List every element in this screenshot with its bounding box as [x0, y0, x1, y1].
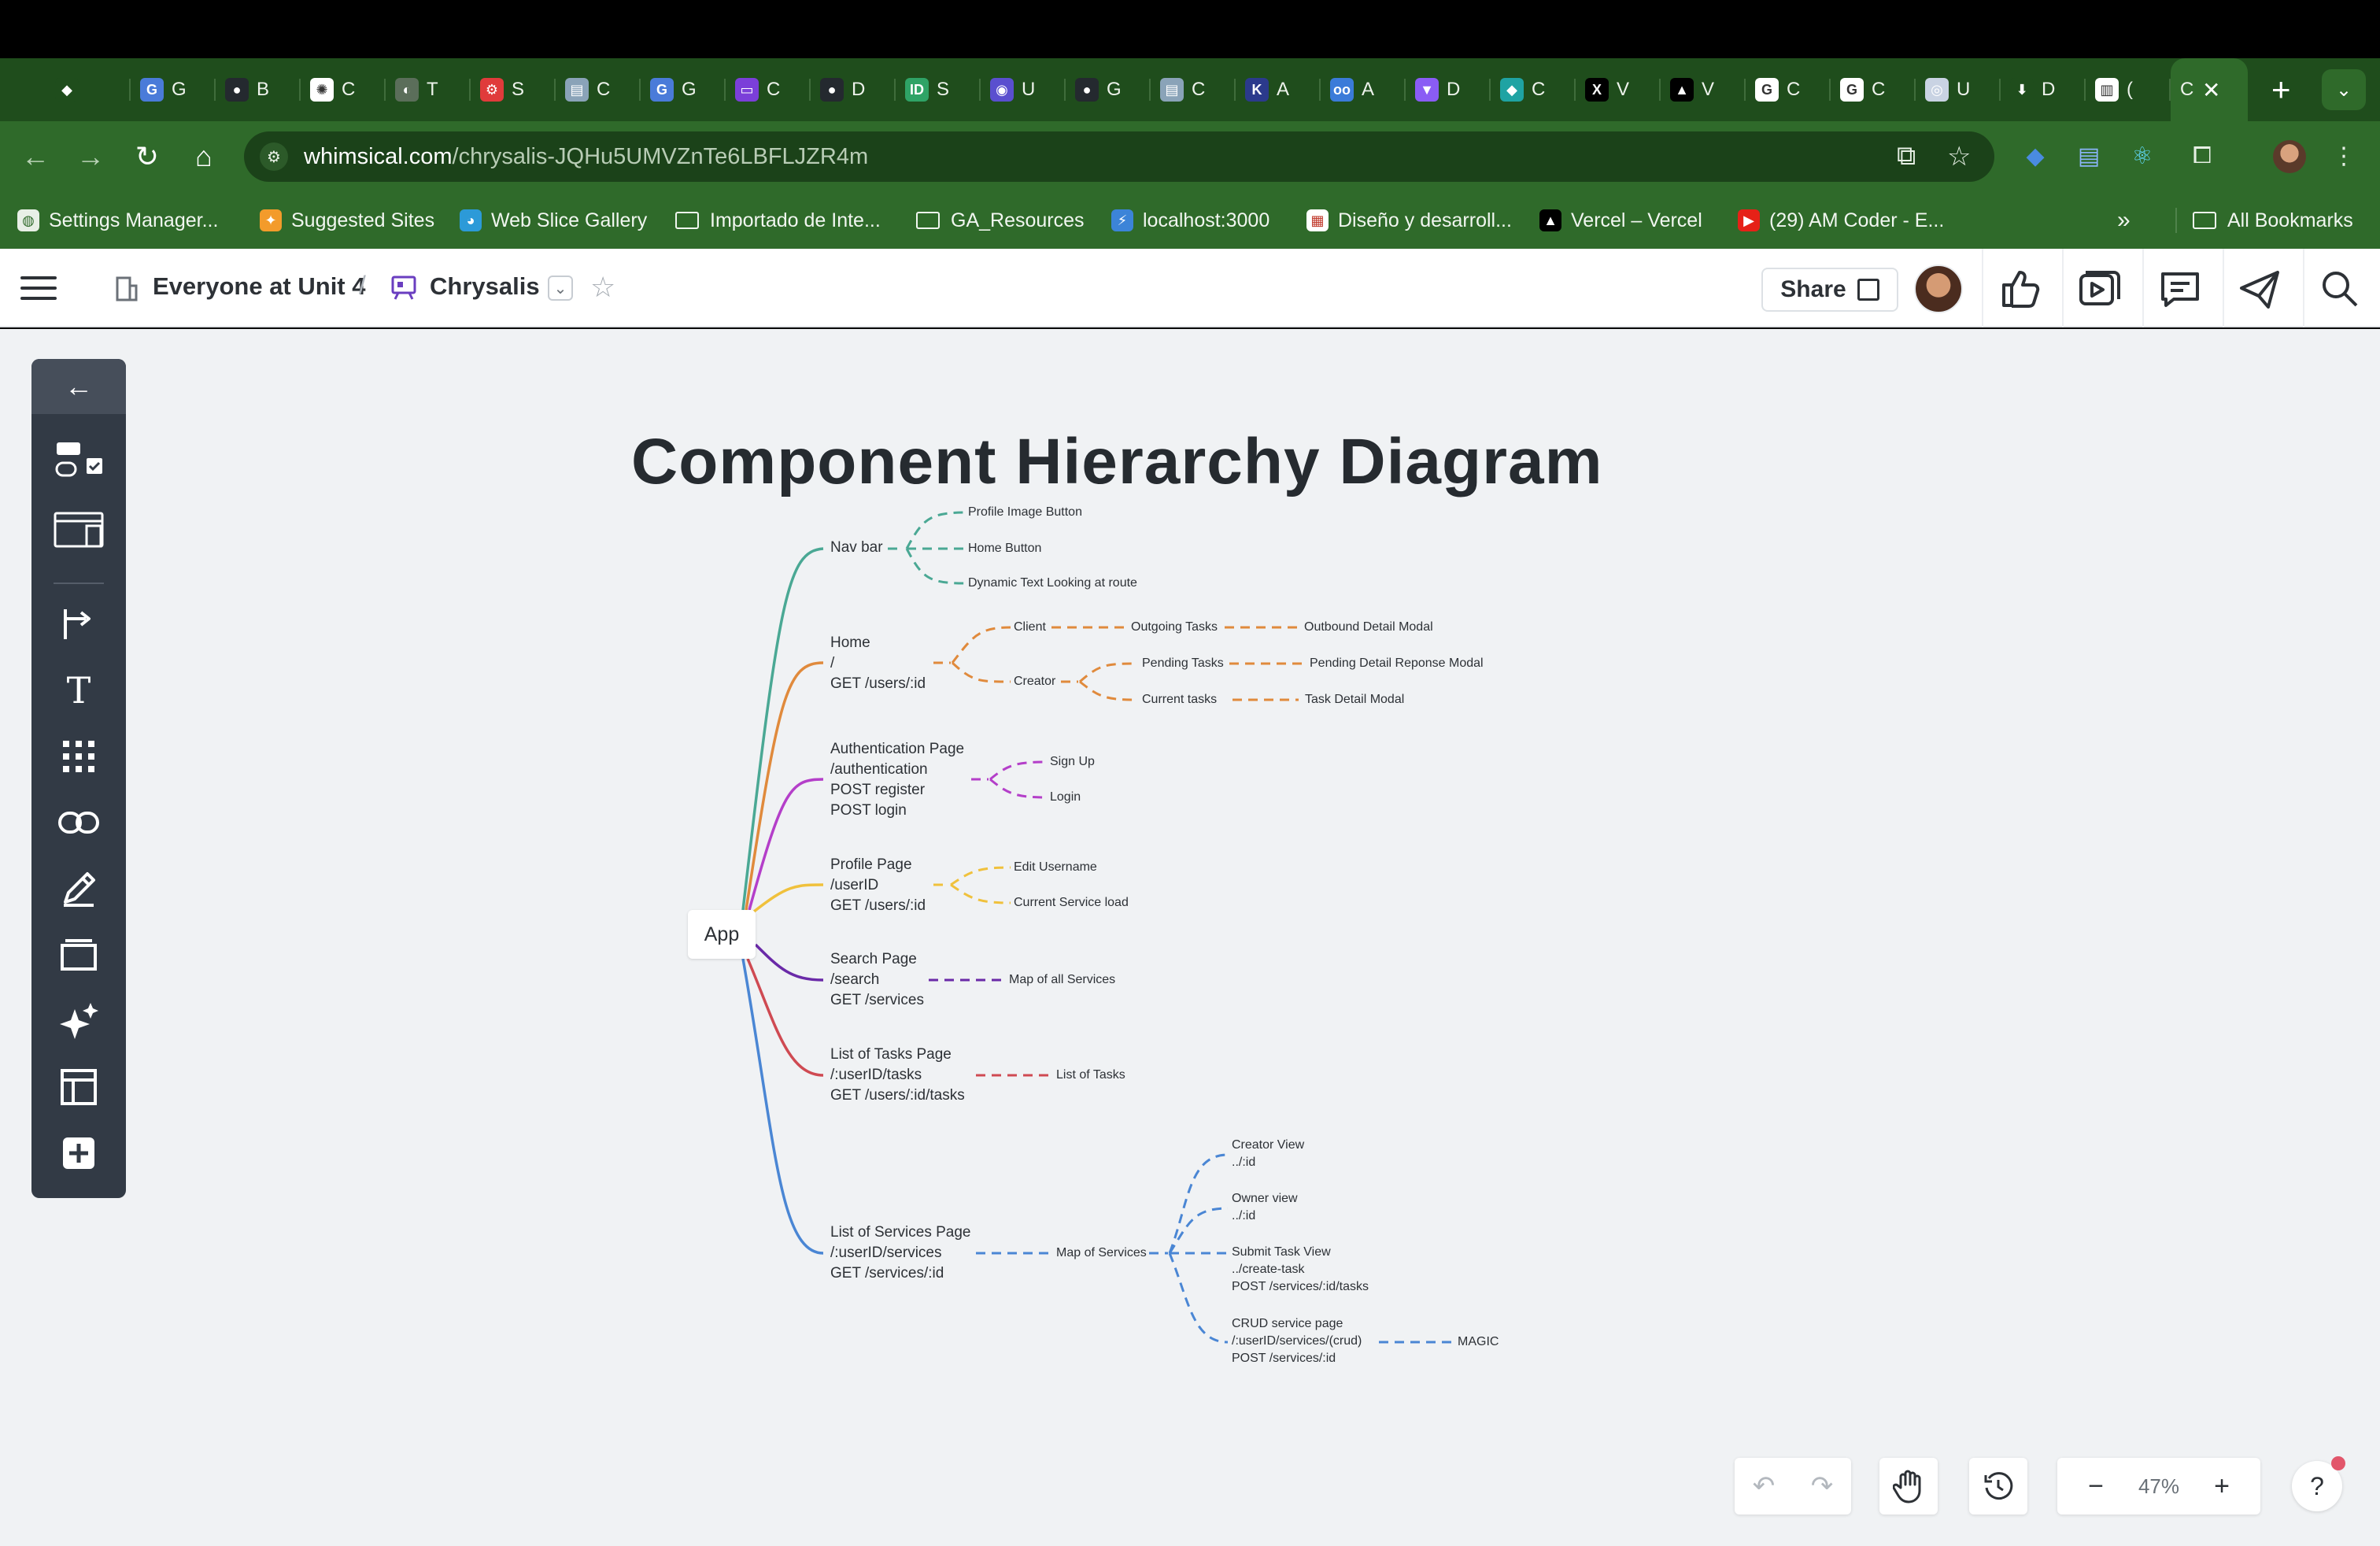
node-app[interactable]: App	[688, 910, 756, 959]
zoom-level[interactable]: 47%	[2125, 1474, 2193, 1499]
node-task-detail-modal[interactable]: Task Detail Modal	[1305, 691, 1404, 708]
edge-home-client	[951, 626, 1011, 664]
edge-app-services	[741, 958, 824, 1255]
edge-auth-signup	[989, 760, 1048, 781]
node-home-button[interactable]: Home Button	[968, 540, 1041, 557]
node-dynamic-text[interactable]: Dynamic Text Looking at route	[968, 575, 1137, 592]
edge-creator-pending	[1079, 662, 1137, 683]
zoom-controls: − 47% +	[2057, 1458, 2260, 1515]
edge-app-profile	[752, 883, 824, 913]
node-magic[interactable]: MAGIC	[1458, 1333, 1499, 1351]
zoom-in-button[interactable]: +	[2193, 1458, 2251, 1515]
history-clock-icon	[1969, 1458, 2027, 1515]
node-outgoing-tasks[interactable]: Outgoing Tasks	[1131, 619, 1218, 636]
node-list-of-tasks-page[interactable]: List of Tasks Page /:userID/tasks GET /u…	[830, 1045, 965, 1106]
node-map-of-all-services[interactable]: Map of all Services	[1009, 971, 1115, 989]
diagram-connectors	[741, 511, 1456, 1344]
redo-icon[interactable]: ↷	[1793, 1458, 1851, 1515]
edge-map-crud	[1168, 1252, 1229, 1344]
node-authentication-page[interactable]: Authentication Page /authentication POST…	[830, 739, 964, 821]
notification-dot	[2331, 1456, 2345, 1470]
edge-app-search	[754, 943, 824, 982]
version-history-button[interactable]	[1969, 1458, 2027, 1515]
zoom-out-button[interactable]: −	[2067, 1458, 2125, 1515]
edge-profile-edit	[950, 866, 1011, 886]
node-creator[interactable]: Creator	[1014, 673, 1055, 690]
node-home[interactable]: Home / GET /users/:id	[830, 633, 926, 694]
node-current-tasks[interactable]: Current tasks	[1142, 691, 1217, 708]
node-sign-up[interactable]: Sign Up	[1050, 753, 1095, 771]
node-list-of-tasks[interactable]: List of Tasks	[1056, 1067, 1125, 1084]
node-profile-image-button[interactable]: Profile Image Button	[968, 504, 1082, 521]
node-list-of-services-page[interactable]: List of Services Page /:userID/services …	[830, 1222, 970, 1284]
node-client[interactable]: Client	[1014, 619, 1046, 636]
undo-redo-group: ↶ ↷	[1735, 1458, 1851, 1515]
node-map-of-services[interactable]: Map of Services	[1056, 1245, 1147, 1262]
undo-icon[interactable]: ↶	[1735, 1458, 1793, 1515]
edge-nav-profile-btn	[905, 511, 967, 549]
node-creator-view[interactable]: Creator View ../:id	[1232, 1137, 1304, 1171]
edge-nav-dynamic	[905, 548, 967, 585]
node-profile-page[interactable]: Profile Page /userID GET /users/:id	[830, 855, 926, 916]
node-pending-detail-modal[interactable]: Pending Detail Reponse Modal	[1310, 655, 1484, 672]
node-outbound-detail-modal[interactable]: Outbound Detail Modal	[1304, 619, 1433, 636]
browser-window: ◆ G G ● B ✺ C ◐ T ⚙ S ▤ C G G ▭ C ● D ID S ◉ U ● G ▤ C K Aoo A ▼ D ◆ C X V ▲…	[0, 0, 2380, 1546]
node-nav-bar[interactable]: Nav bar	[830, 538, 883, 558]
edge-profile-load	[950, 883, 1011, 904]
node-current-service-load[interactable]: Current Service load	[1014, 894, 1129, 912]
pan-hand-button[interactable]	[1879, 1458, 1938, 1515]
edge-creator-current	[1079, 680, 1137, 701]
node-search-page[interactable]: Search Page /search GET /services	[830, 949, 924, 1011]
node-edit-username[interactable]: Edit Username	[1014, 859, 1097, 876]
edge-home-creator	[951, 661, 1011, 683]
node-owner-view[interactable]: Owner view ../:id	[1232, 1190, 1298, 1225]
node-submit-task-view[interactable]: Submit Task View ../create-task POST /se…	[1232, 1244, 1369, 1296]
node-pending-tasks[interactable]: Pending Tasks	[1142, 655, 1224, 672]
edge-auth-login	[989, 778, 1048, 799]
node-crud-service-page[interactable]: CRUD service page /:userID/services/(cru…	[1232, 1315, 1362, 1367]
node-login[interactable]: Login	[1050, 789, 1081, 806]
hand-icon	[1879, 1458, 1938, 1515]
